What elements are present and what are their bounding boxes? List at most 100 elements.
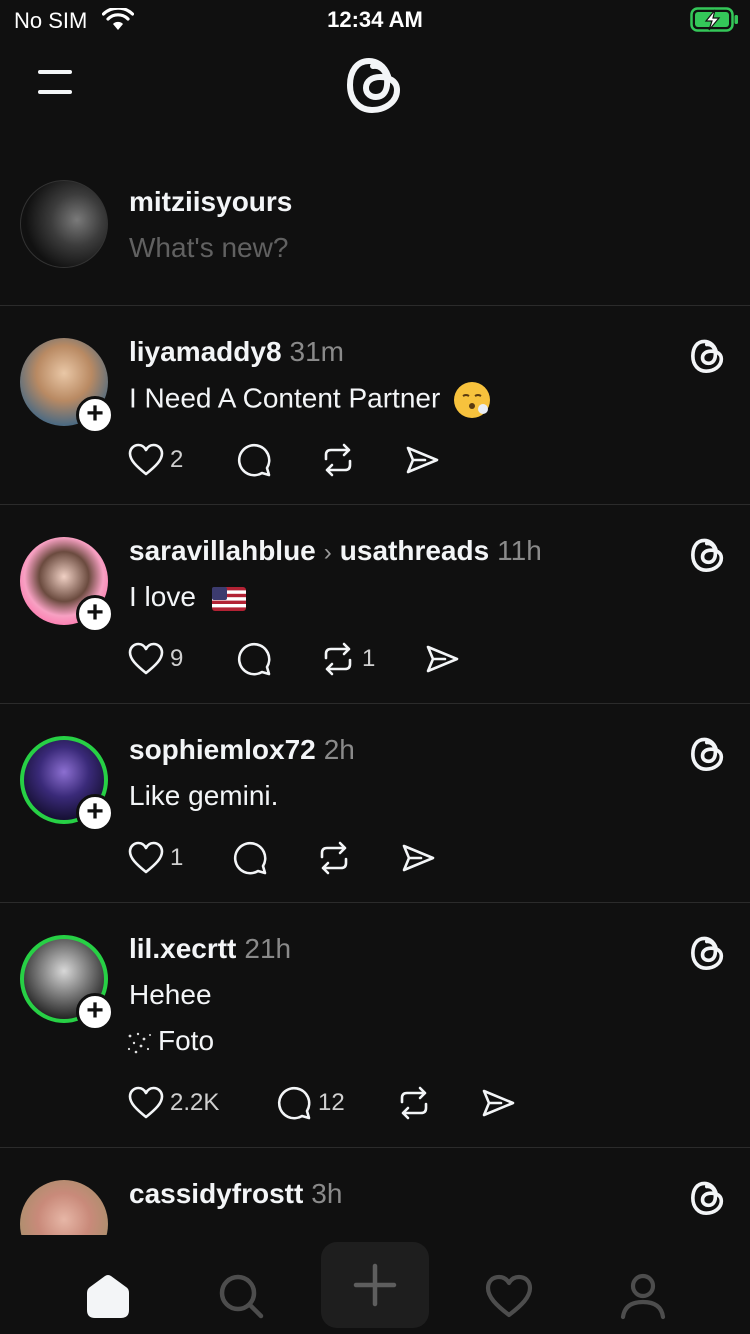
profile-icon [620, 1273, 666, 1320]
home-icon [87, 1275, 129, 1318]
post[interactable]: + lil.xecrtt 21h Hehee Foto 2.2K 12 [0, 903, 750, 1148]
threads-logo-icon[interactable] [688, 734, 728, 774]
status-bar: No SIM 12:34 AM [0, 0, 750, 40]
comment-icon [277, 1086, 311, 1120]
post-time: 3h [311, 1178, 343, 1209]
follow-button[interactable]: + [76, 993, 114, 1031]
post-header: sophiemlox72 2h [129, 734, 355, 766]
post-header: liyamaddy8 31m [129, 336, 344, 368]
reply-button[interactable]: 12 [276, 1083, 345, 1123]
repost-button[interactable] [320, 440, 356, 480]
post-text: I love [129, 581, 246, 613]
share-icon [406, 446, 439, 474]
post-time: 21h [244, 933, 292, 964]
repost-icon [400, 1086, 428, 1120]
repost-icon [324, 642, 352, 676]
whats-new-input[interactable]: What's new? [129, 232, 288, 264]
tab-profile[interactable] [589, 1253, 697, 1334]
post[interactable]: + sophiemlox72 2h Like gemini. 1 [0, 704, 750, 903]
post-header: saravillahblue › usathreads 11h [129, 535, 542, 567]
comment-icon [237, 443, 271, 477]
search-icon [219, 1274, 264, 1319]
like-count: 9 [170, 645, 184, 672]
post-username[interactable]: saravillahblue [129, 535, 316, 566]
post-username[interactable]: sophiemlox72 [129, 734, 316, 765]
tab-new-thread[interactable] [321, 1242, 429, 1328]
like-button[interactable]: 9 [128, 639, 183, 679]
like-button[interactable]: 2.2K [128, 1083, 219, 1123]
us-flag-emoji [211, 586, 246, 611]
post-text-content: I Need A Content Partner [129, 382, 441, 414]
heart-icon [128, 841, 164, 874]
follow-button[interactable]: + [76, 794, 114, 832]
threads-logo-icon[interactable] [688, 336, 728, 376]
post[interactable]: cassidyfrostt 3h [0, 1148, 750, 1235]
share-icon [426, 645, 459, 673]
threads-logo-icon[interactable] [688, 535, 728, 575]
tab-search[interactable] [187, 1253, 295, 1334]
like-count: 1 [170, 844, 184, 871]
post-username[interactable]: lil.xecrtt [129, 933, 236, 964]
tab-home[interactable] [54, 1253, 162, 1334]
heart-icon [128, 443, 164, 476]
post-header: lil.xecrtt 21h [129, 933, 291, 965]
post-header: cassidyfrostt 3h [129, 1178, 342, 1210]
post[interactable]: + liyamaddy8 31m I Need A Content Partner… [0, 306, 750, 505]
like-count: 2.2K [170, 1089, 220, 1116]
post-subtext-content: Foto [158, 1025, 215, 1056]
threads-logo-icon[interactable] [688, 933, 728, 973]
reply-count: 12 [318, 1089, 345, 1116]
repost-count: 1 [362, 645, 376, 672]
tab-activity[interactable] [455, 1253, 563, 1334]
post[interactable]: + saravillahblue › usathreads 11h I love 9 … [0, 505, 750, 704]
threads-logo-icon[interactable] [342, 52, 408, 118]
like-button[interactable]: 1 [128, 838, 183, 878]
repost-button[interactable] [316, 838, 352, 878]
share-button[interactable] [480, 1083, 516, 1123]
like-count: 2 [170, 446, 184, 473]
post-username[interactable]: liyamaddy8 [129, 336, 282, 367]
chevron-right-icon: › [323, 539, 332, 566]
sparkle-icon [127, 1032, 151, 1053]
menu-icon[interactable] [36, 68, 76, 98]
reply-button[interactable] [232, 838, 268, 878]
follow-button[interactable]: + [76, 396, 114, 434]
repost-icon [324, 443, 352, 477]
follow-button[interactable]: + [76, 595, 114, 633]
post-time: 2h [323, 734, 355, 765]
face-exhaling-emoji [454, 382, 491, 418]
post-text: Like gemini. [129, 780, 279, 811]
post-text: Hehee [129, 979, 212, 1010]
tab-bar [0, 1235, 750, 1334]
post-time: 31m [289, 336, 344, 367]
composer-username: mitziisyours [129, 186, 293, 217]
like-button[interactable]: 2 [128, 440, 183, 480]
avatar[interactable] [20, 180, 108, 268]
repost-icon [320, 841, 348, 875]
plus-icon [353, 1263, 397, 1307]
battery-charging-icon [690, 7, 738, 32]
post-subtext: Foto [124, 1025, 214, 1057]
comment-icon [237, 642, 271, 676]
status-time: 12:34 AM [327, 7, 423, 32]
share-icon [482, 1089, 515, 1117]
avatar[interactable] [20, 1180, 108, 1235]
heart-icon [485, 1274, 533, 1318]
heart-icon [128, 642, 164, 675]
reply-to-username[interactable]: usathreads [340, 535, 489, 566]
heart-icon [128, 1086, 164, 1119]
threads-logo-icon[interactable] [688, 1178, 728, 1218]
repost-button[interactable]: 1 [320, 639, 375, 679]
post-username[interactable]: cassidyfrostt [129, 1178, 303, 1209]
share-button[interactable] [424, 639, 460, 679]
reply-button[interactable] [236, 639, 272, 679]
post-text-content: I love [129, 581, 196, 612]
reply-button[interactable] [236, 440, 272, 480]
share-button[interactable] [404, 440, 440, 480]
composer[interactable]: mitziisyours What's new? [0, 160, 750, 306]
share-button[interactable] [400, 838, 436, 878]
comment-icon [233, 841, 267, 875]
post-time: 11h [497, 535, 542, 566]
post-text: I Need A Content Partner [129, 382, 491, 418]
repost-button[interactable] [396, 1083, 432, 1123]
